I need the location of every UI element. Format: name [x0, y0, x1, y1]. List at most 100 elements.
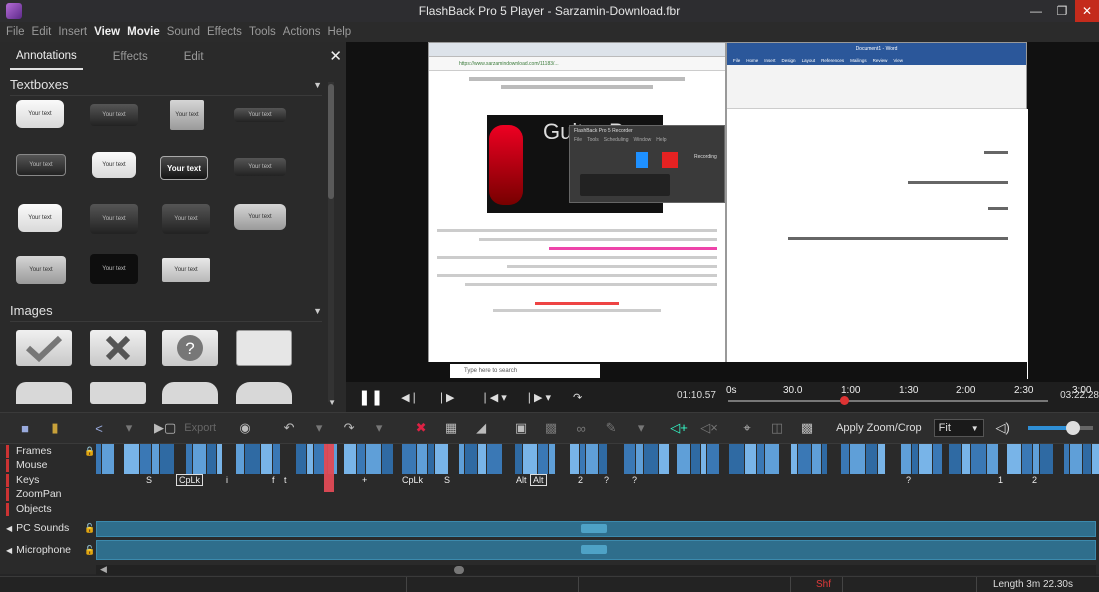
undo-dropdown-icon[interactable]: ▾: [308, 417, 330, 439]
redo-icon[interactable]: ↷: [338, 417, 360, 439]
save-icon[interactable]: ■: [14, 417, 36, 439]
sound-add-icon[interactable]: ◁+: [668, 417, 690, 439]
open-folder-icon[interactable]: ▮: [44, 417, 66, 439]
link-icon[interactable]: ∞: [570, 417, 592, 439]
sound-clip[interactable]: [581, 524, 607, 533]
pause-icon[interactable]: ❚❚: [358, 388, 383, 406]
textbox-style[interactable]: Your text: [92, 152, 136, 178]
menu-file[interactable]: File: [6, 26, 25, 38]
panel-scrollbar[interactable]: [328, 82, 334, 402]
close-button[interactable]: ✕: [1075, 0, 1099, 22]
crop-icon[interactable]: ⌖: [736, 417, 758, 439]
textbox-style[interactable]: Your text: [18, 204, 62, 232]
textboxes-header[interactable]: Textboxes ▼: [10, 74, 322, 96]
export-button[interactable]: Export: [184, 417, 216, 439]
split-icon[interactable]: ◢: [470, 417, 492, 439]
share-icon[interactable]: <: [88, 417, 110, 439]
apply-zoom-crop-button[interactable]: Apply Zoom/Crop: [836, 417, 922, 439]
textbox-style[interactable]: Your text: [234, 108, 286, 122]
textbox-style[interactable]: Your text: [16, 154, 66, 176]
scroll-thumb[interactable]: [454, 566, 464, 574]
lock-icon[interactable]: 🔓: [84, 523, 95, 534]
textbox-style[interactable]: Your text: [234, 158, 286, 176]
maximize-button[interactable]: ❐: [1049, 0, 1075, 22]
redo-dropdown-icon[interactable]: ▾: [368, 417, 390, 439]
timeline-scrollbar[interactable]: ◀: [96, 564, 1096, 575]
pen-icon[interactable]: ✎: [600, 417, 622, 439]
mute-icon[interactable]: ◁×: [698, 417, 720, 439]
checkmark-image[interactable]: [16, 330, 72, 366]
question-image[interactable]: ?: [162, 330, 218, 366]
insert-image-icon[interactable]: ▩: [540, 417, 562, 439]
menu-actions[interactable]: Actions: [283, 26, 321, 38]
track-frames[interactable]: Frames 🔒: [0, 444, 1099, 458]
lock-icon[interactable]: 🔓: [84, 545, 95, 556]
scroll-left-icon[interactable]: ◀: [100, 564, 107, 575]
skip-start-icon[interactable]: ◀❘: [401, 391, 419, 404]
rectangle-image[interactable]: [236, 330, 292, 366]
textbox-style[interactable]: Your text: [162, 258, 210, 282]
images-header[interactable]: Images ▼: [10, 300, 322, 322]
volume-icon[interactable]: ◁): [992, 417, 1014, 439]
textbox-style[interactable]: Your text: [234, 204, 286, 230]
fit-dropdown[interactable]: Fit ▼: [933, 419, 984, 437]
ellipse-image[interactable]: [236, 382, 292, 404]
seek-bar[interactable]: [728, 400, 1048, 402]
oval-image[interactable]: [16, 382, 72, 404]
camera-icon[interactable]: ◉: [234, 417, 256, 439]
frame-image[interactable]: [90, 382, 146, 404]
track-objects[interactable]: Objects: [0, 502, 1099, 516]
tab-edit[interactable]: Edit: [178, 45, 210, 69]
undo-icon[interactable]: ↶: [278, 417, 300, 439]
textbox-style[interactable]: Your text: [90, 204, 138, 234]
menu-help[interactable]: Help: [328, 26, 352, 38]
lock-icon[interactable]: 🔒: [84, 446, 95, 457]
textbox-style[interactable]: Your text: [16, 256, 66, 284]
textbox-style[interactable]: Your text: [162, 204, 210, 234]
pc-sounds-waveform[interactable]: [96, 521, 1096, 537]
menu-movie[interactable]: Movie: [127, 26, 160, 38]
cross-image[interactable]: [90, 330, 146, 366]
mic-clip[interactable]: [581, 545, 607, 554]
share-dropdown-icon[interactable]: ▾: [118, 417, 140, 439]
scroll-down-icon[interactable]: ▼: [328, 398, 336, 407]
textbox-style[interactable]: Your text: [170, 100, 204, 130]
menu-tools[interactable]: Tools: [249, 26, 276, 38]
textbox-style[interactable]: Your text: [90, 254, 138, 284]
pen-dropdown-icon[interactable]: ▾: [630, 417, 652, 439]
cloud-image[interactable]: [162, 382, 218, 404]
step-back-icon[interactable]: ❘◀ ▾: [481, 391, 507, 404]
menu-edit[interactable]: Edit: [32, 26, 52, 38]
track-mouse[interactable]: Mouse: [0, 458, 1099, 472]
add-frame-icon[interactable]: ▣: [510, 417, 532, 439]
key-label: CpLk: [402, 475, 424, 485]
delete-icon[interactable]: ✖: [410, 417, 432, 439]
microphone-waveform[interactable]: [96, 540, 1096, 560]
menu-insert[interactable]: Insert: [58, 26, 87, 38]
collapse-arrow-icon[interactable]: ▼: [313, 306, 322, 316]
menu-effects[interactable]: Effects: [207, 26, 242, 38]
loop-icon[interactable]: ↷: [573, 391, 582, 404]
textbox-style[interactable]: Your text: [160, 156, 208, 180]
zoom-area-icon[interactable]: ▩: [796, 417, 818, 439]
minimize-button[interactable]: —: [1023, 0, 1049, 22]
menu-sound[interactable]: Sound: [167, 26, 200, 38]
track-keys[interactable]: Keys: [0, 473, 1099, 487]
textbox-style[interactable]: Your text: [90, 104, 138, 126]
track-zoompan[interactable]: ZoomPan: [0, 487, 1099, 501]
volume-knob[interactable]: [1066, 421, 1081, 435]
export-icon[interactable]: ▶▢: [154, 417, 176, 439]
recorder-window: FlashBack Pro 5 Recorder File Tools Sche…: [569, 125, 725, 203]
seek-handle[interactable]: [840, 396, 849, 405]
textbox-style[interactable]: Your text: [16, 100, 64, 128]
resize-icon[interactable]: ◫: [766, 417, 788, 439]
skip-end-icon[interactable]: ❘▶: [437, 391, 455, 404]
tab-annotations[interactable]: Annotations: [10, 44, 83, 70]
trim-frames-icon[interactable]: ▦: [440, 417, 462, 439]
volume-slider[interactable]: [1027, 421, 1093, 435]
tab-effects[interactable]: Effects: [107, 45, 154, 69]
close-panel-icon[interactable]: ✕: [329, 47, 342, 65]
step-forward-icon[interactable]: ❘▶ ▾: [525, 391, 551, 404]
menu-view[interactable]: View: [94, 26, 120, 38]
collapse-arrow-icon[interactable]: ▼: [313, 80, 322, 90]
